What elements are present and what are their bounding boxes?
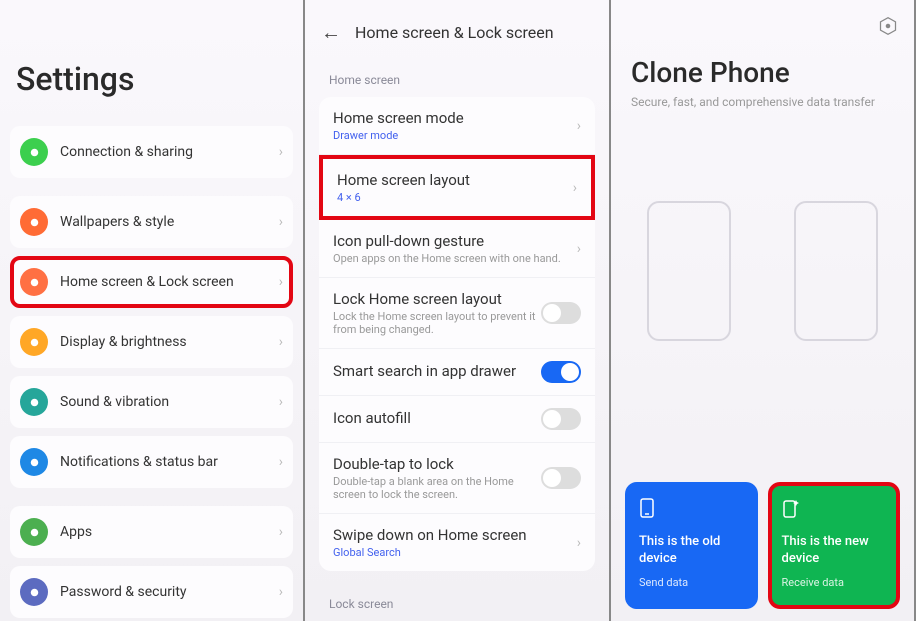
clone-phone-panel: Clone Phone Secure, fast, and comprehens… [611,0,916,621]
old-device-action: Send data [639,576,744,589]
option-subtitle: Open apps on the Home screen with one ha… [333,252,581,265]
phone-outline-left [647,201,731,341]
option-title: Icon pull-down gesture [333,232,581,250]
settings-item-icon [20,328,48,356]
settings-item-icon [20,138,48,166]
chevron-right-icon: › [279,524,283,540]
settings-item-icon [20,448,48,476]
section-label-lock: Lock screen [305,581,609,621]
option-list: Home screen modeDrawer mode›Home screen … [305,97,609,571]
device-buttons: This is the old device Send data This is… [625,482,900,609]
new-device-action: Receive data [782,576,887,589]
option-lock-home-screen-layout[interactable]: Lock Home screen layout Lock the Home scr… [319,278,595,349]
settings-item-connection-sharing[interactable]: Connection & sharing› [10,126,293,178]
option-title: Home screen layout [337,171,577,189]
phone-outlines [611,109,914,341]
settings-item-label: Notifications & status bar [60,454,279,470]
settings-title: Settings [0,0,303,126]
clone-phone-title: Clone Phone [611,0,914,95]
toggle-switch[interactable] [541,467,581,489]
chevron-right-icon: › [279,584,283,600]
phone-sparkle-icon [782,498,887,522]
header-row: ← Home screen & Lock screen [305,0,609,57]
option-title: Double-tap to lock [333,455,541,473]
settings-item-password-security[interactable]: Password & security› [10,566,293,618]
old-device-text: This is the old device [639,534,744,568]
settings-item-label: Home screen & Lock screen [60,274,279,290]
settings-item-label: Display & brightness [60,334,279,350]
settings-item-icon [20,518,48,546]
phone-outline-right [794,201,878,341]
option-subtitle: Double-tap a blank area on the Home scre… [333,475,541,501]
chevron-right-icon: › [573,180,577,196]
settings-item-label: Sound & vibration [60,394,279,410]
option-smart-search-in-app-drawer[interactable]: Smart search in app drawer [319,349,595,396]
clone-phone-subtitle: Secure, fast, and comprehensive data tra… [611,95,914,109]
hexagon-icon[interactable] [878,16,898,40]
settings-item-icon [20,208,48,236]
settings-item-display-brightness[interactable]: Display & brightness› [10,316,293,368]
settings-panel: Settings Connection & sharing›Wallpapers… [0,0,305,621]
chevron-right-icon: › [279,334,283,350]
toggle-switch[interactable] [541,302,581,324]
chevron-right-icon: › [577,535,581,551]
settings-item-wallpapers-style[interactable]: Wallpapers & style› [10,196,293,248]
settings-item-label: Password & security [60,584,279,600]
option-icon-pull-down-gesture[interactable]: Icon pull-down gesture Open apps on the H… [319,220,595,278]
settings-item-home-screen-lock-screen[interactable]: Home screen & Lock screen› [10,256,293,308]
settings-item-label: Wallpapers & style [60,214,279,230]
option-home-screen-layout[interactable]: Home screen layout 4 × 6› [319,155,595,220]
chevron-right-icon: › [577,118,581,134]
chevron-right-icon: › [279,214,283,230]
option-title: Swipe down on Home screen [333,526,581,544]
option-subtitle: Drawer mode [333,129,581,142]
option-double-tap-to-lock[interactable]: Double-tap to lock Double-tap a blank are… [319,443,595,514]
option-title: Smart search in app drawer [333,362,541,380]
toggle-switch[interactable] [541,408,581,430]
chevron-right-icon: › [279,144,283,160]
chevron-right-icon: › [279,394,283,410]
old-device-button[interactable]: This is the old device Send data [625,482,758,609]
option-title: Lock Home screen layout [333,290,541,308]
option-swipe-down-on-home-screen[interactable]: Swipe down on Home screen Global Search› [319,514,595,571]
option-subtitle: Global Search [333,546,581,559]
settings-list: Connection & sharing›Wallpapers & style›… [0,126,303,621]
settings-item-icon [20,268,48,296]
option-icon-autofill[interactable]: Icon autofill [319,396,595,443]
settings-item-apps[interactable]: Apps› [10,506,293,558]
header-title: Home screen & Lock screen [355,23,554,42]
option-home-screen-mode[interactable]: Home screen mode Drawer mode› [319,97,595,155]
chevron-right-icon: › [279,274,283,290]
chevron-right-icon: › [279,454,283,470]
option-title: Icon autofill [333,409,541,427]
option-title: Home screen mode [333,109,581,127]
new-device-text: This is the new device [782,534,887,568]
back-arrow-icon[interactable]: ← [321,20,341,45]
phone-icon [639,498,744,522]
settings-item-icon [20,388,48,416]
toggle-switch[interactable] [541,361,581,383]
settings-item-sound-vibration[interactable]: Sound & vibration› [10,376,293,428]
option-subtitle: Lock the Home screen layout to prevent i… [333,310,541,336]
settings-item-icon [20,578,48,606]
settings-item-label: Connection & sharing [60,144,279,160]
settings-item-notifications-status-bar[interactable]: Notifications & status bar› [10,436,293,488]
settings-item-label: Apps [60,524,279,540]
section-label-home: Home screen [305,57,609,97]
option-subtitle: 4 × 6 [337,191,577,204]
chevron-right-icon: › [577,241,581,257]
home-lock-screen-panel: ← Home screen & Lock screen Home screen … [305,0,611,621]
new-device-button[interactable]: This is the new device Receive data [768,482,901,609]
